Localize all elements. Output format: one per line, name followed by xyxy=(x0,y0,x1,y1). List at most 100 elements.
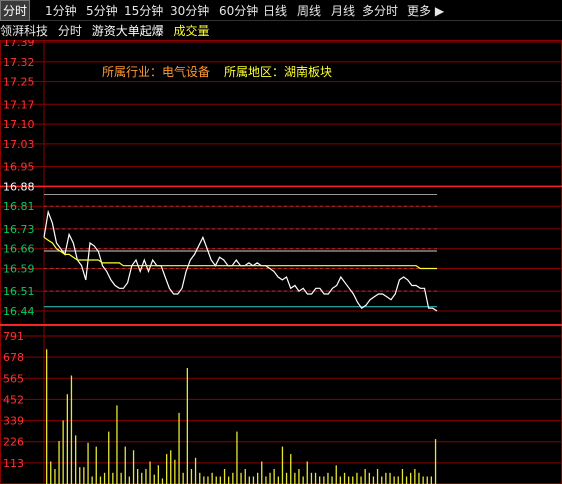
volume-bar-29 xyxy=(166,454,168,484)
tab-6[interactable]: 日线 xyxy=(263,2,287,19)
volume-bar-27 xyxy=(157,465,159,484)
volume-bar-18 xyxy=(120,472,122,484)
price-tick-label-4: 17.10 xyxy=(3,118,35,131)
volume-bar-45 xyxy=(232,472,234,484)
tab-7[interactable]: 周线 xyxy=(297,2,321,19)
volume-tick-label-5: 226 xyxy=(3,436,24,449)
volume-bar-82 xyxy=(385,472,387,484)
price-tick-label-5: 17.03 xyxy=(3,138,35,151)
tab-5[interactable]: 60分钟 xyxy=(219,2,258,19)
volume-bar-44 xyxy=(228,476,230,484)
volume-indicator-label[interactable]: 成交量 xyxy=(174,24,210,38)
price-tick-label-7: 16.88 xyxy=(3,180,35,193)
volume-bar-22 xyxy=(137,469,139,484)
volume-bar-80 xyxy=(376,469,379,484)
signal-label: 游资大单起爆 xyxy=(91,24,164,38)
volume-bar-81 xyxy=(381,476,383,484)
volume-bar-87 xyxy=(405,476,408,484)
volume-bar-2 xyxy=(54,469,56,484)
volume-bar-74 xyxy=(352,476,354,484)
volume-bar-71 xyxy=(339,476,341,484)
volume-bar-83 xyxy=(389,472,391,484)
volume-bar-64 xyxy=(310,472,313,484)
volume-bar-25 xyxy=(149,461,151,484)
volume-bar-94 xyxy=(434,439,437,484)
volume-bar-14 xyxy=(103,472,106,484)
volume-bar-0 xyxy=(46,349,48,484)
volume-bar-24 xyxy=(145,469,147,484)
volume-bar-60 xyxy=(294,472,296,484)
volume-bar-16 xyxy=(112,472,114,484)
volume-bar-36 xyxy=(194,457,197,484)
chart-frame xyxy=(0,40,562,484)
volume-bar-9 xyxy=(83,467,85,484)
volume-bar-88 xyxy=(410,472,412,484)
volume-bar-56 xyxy=(277,476,279,484)
volume-bar-10 xyxy=(87,442,89,484)
volume-bar-69 xyxy=(331,476,333,484)
price-tick-label-6: 16.95 xyxy=(3,161,35,174)
price-tick-label-2: 17.25 xyxy=(3,76,35,89)
volume-bar-90 xyxy=(418,472,420,484)
period-tab-bar: 分时 1分钟 5分钟 15分钟 30分钟 60分钟 日线 周线 月线 多分时 更多 ▶ xyxy=(0,0,562,21)
tab-8[interactable]: 月线 xyxy=(331,2,355,19)
volume-bar-38 xyxy=(203,476,205,484)
volume-bar-47 xyxy=(240,472,242,484)
volume-bar-78 xyxy=(368,472,370,484)
region-tag: 所属地区：湖南板块 xyxy=(224,64,332,79)
volume-bar-32 xyxy=(178,412,180,484)
tab-4[interactable]: 30分钟 xyxy=(170,2,209,19)
volume-bar-48 xyxy=(244,469,246,484)
tab-0[interactable]: 分时 xyxy=(0,0,31,21)
volume-bar-89 xyxy=(414,469,416,484)
volume-bar-8 xyxy=(79,467,81,484)
volume-bar-67 xyxy=(323,476,325,484)
volume-bar-13 xyxy=(99,476,102,484)
volume-bar-28 xyxy=(161,478,164,484)
tab-1[interactable]: 1分钟 xyxy=(45,2,77,19)
volume-bar-85 xyxy=(397,476,399,484)
volume-bar-34 xyxy=(186,368,188,484)
price-tick-label-1: 17.32 xyxy=(3,56,35,69)
volume-bar-54 xyxy=(269,472,271,484)
intraday-chart[interactable]: 17.39 17.32 17.25 17.17 17.10 17.03 16.95 16.88… xyxy=(0,40,562,484)
tab-3[interactable]: 15分钟 xyxy=(124,2,163,19)
volume-bar-12 xyxy=(95,446,97,484)
volume-bar-50 xyxy=(252,476,255,484)
volume-bar-20 xyxy=(128,476,130,484)
volume-bar-31 xyxy=(174,459,176,484)
volume-tick-label-6: 113 xyxy=(3,457,24,470)
volume-tick-label-0: 791 xyxy=(3,330,24,343)
volume-bar-91 xyxy=(422,476,424,484)
volume-bar-57 xyxy=(281,446,284,484)
volume-tick-label-4: 339 xyxy=(3,415,24,428)
volume-bar-11 xyxy=(91,476,93,484)
volume-bar-49 xyxy=(248,476,250,484)
volume-bar-6 xyxy=(70,375,73,484)
volume-bar-86 xyxy=(401,469,404,484)
volume-bar-37 xyxy=(199,472,201,484)
price-tick-label-3: 17.17 xyxy=(3,98,35,111)
volume-bar-72 xyxy=(343,472,346,484)
tab-2[interactable]: 5分钟 xyxy=(86,2,118,19)
volume-bar-4 xyxy=(62,420,64,484)
volume-bar-23 xyxy=(141,472,143,484)
price-tick-label-8: 16.81 xyxy=(3,200,35,213)
volume-bar-58 xyxy=(285,472,288,484)
volume-bar-79 xyxy=(372,476,375,484)
price-tick-label-11: 16.59 xyxy=(3,263,35,276)
volume-bar-62 xyxy=(302,476,304,484)
volume-bar-77 xyxy=(364,469,366,484)
mode-label: 分时 xyxy=(57,24,82,38)
volume-bar-43 xyxy=(223,469,226,484)
volume-bar-3 xyxy=(58,441,60,484)
tab-9[interactable]: 多分时 xyxy=(362,2,398,19)
volume-tick-label-3: 452 xyxy=(3,393,24,406)
tab-10[interactable]: 更多 ▶ xyxy=(407,2,444,19)
volume-bar-61 xyxy=(298,469,300,484)
volume-bar-51 xyxy=(257,472,259,484)
volume-bar-63 xyxy=(306,461,308,484)
volume-bar-19 xyxy=(124,446,126,484)
industry-tag: 所属行业：电气设备 xyxy=(102,64,210,79)
volume-bar-76 xyxy=(360,476,362,484)
